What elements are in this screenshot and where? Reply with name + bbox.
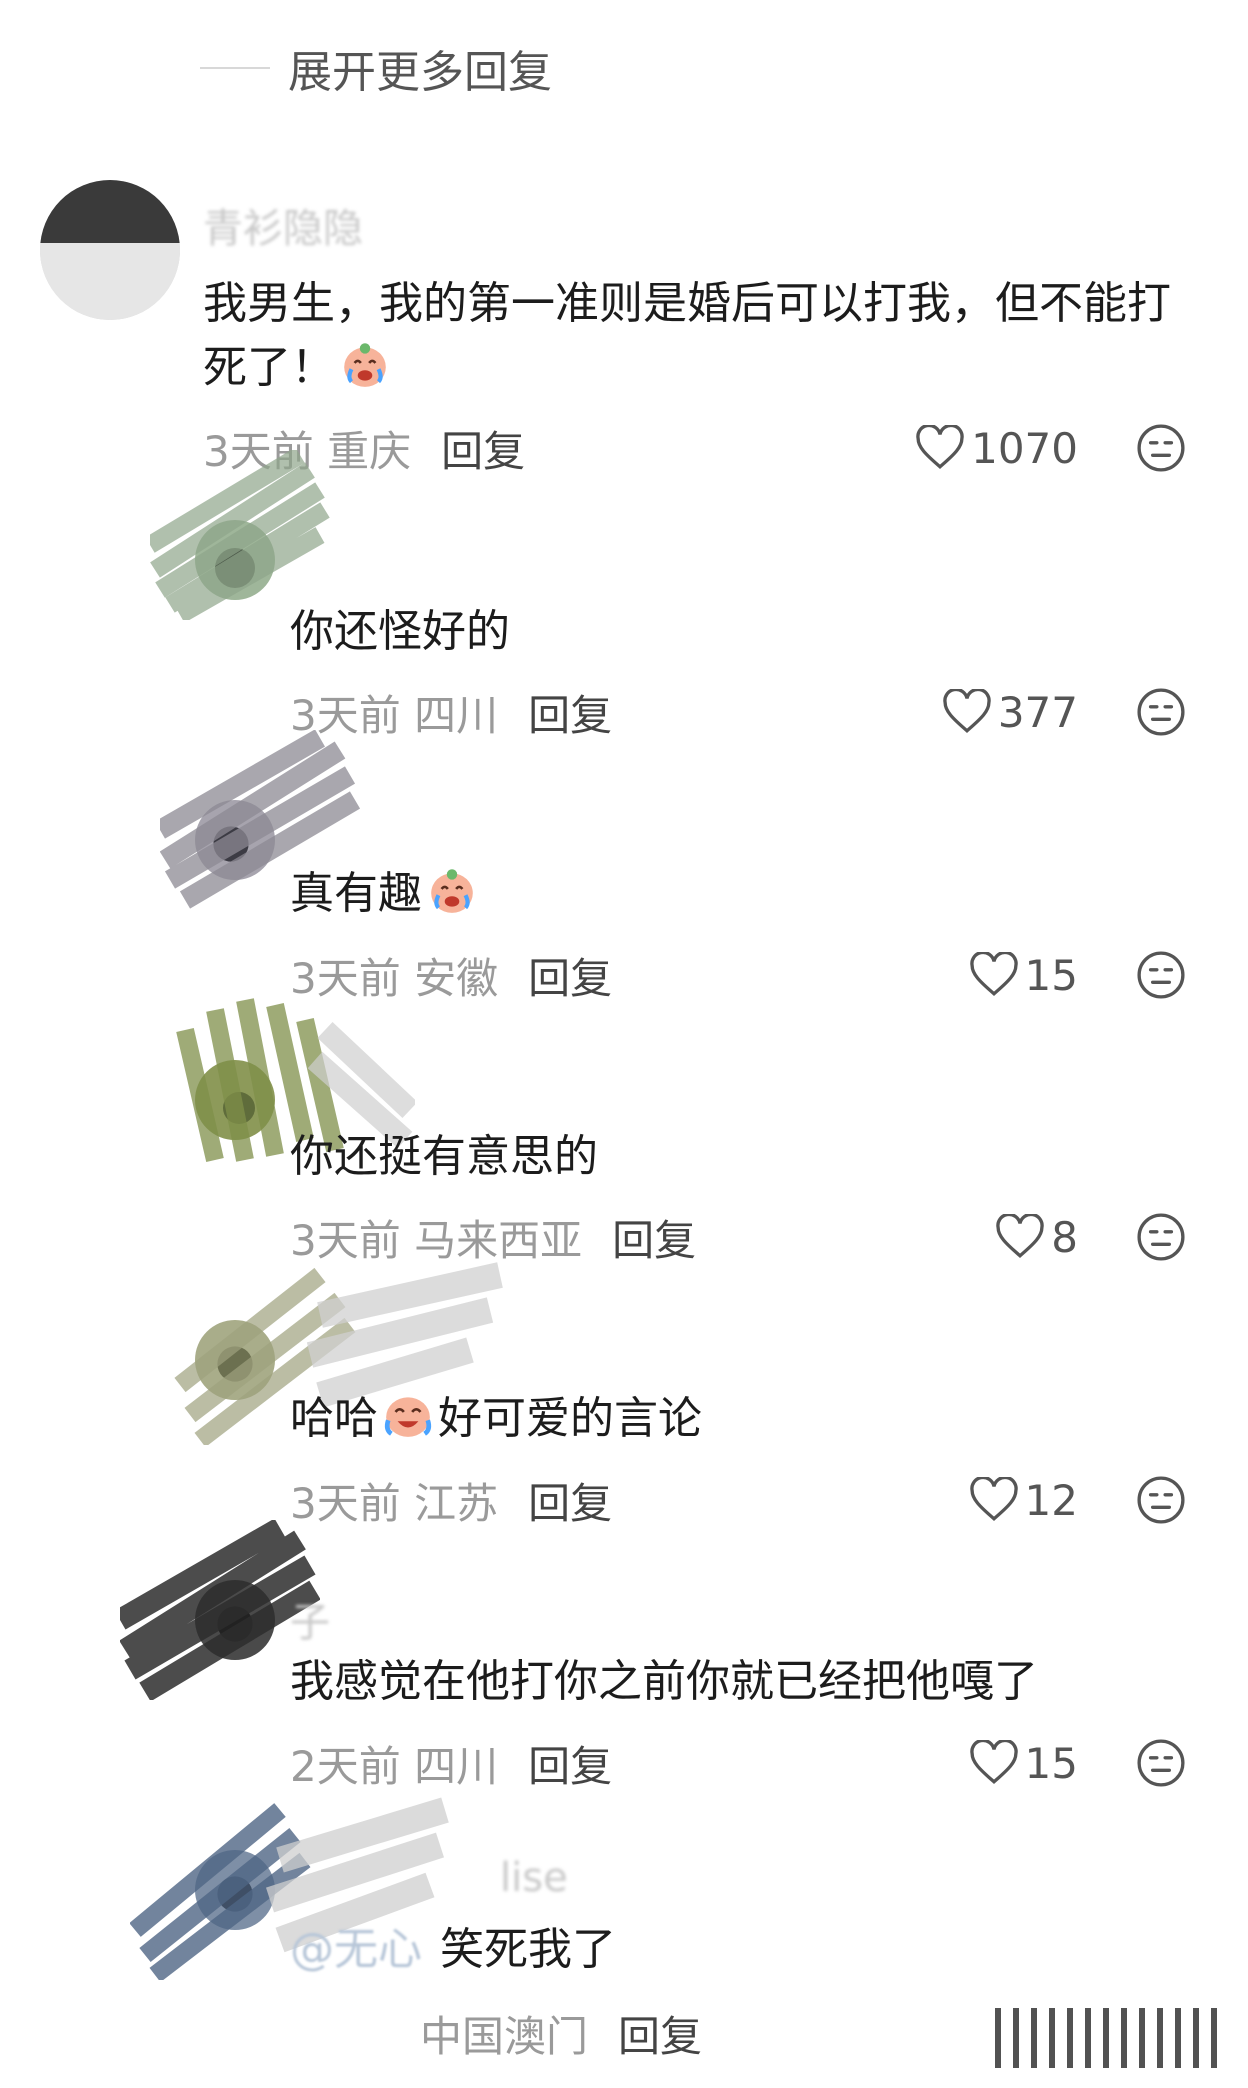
dislike-button[interactable]: [1136, 687, 1186, 737]
crying-laugh-icon: [426, 864, 478, 916]
like-count: 377: [997, 687, 1078, 737]
dislike-button[interactable]: [1136, 1212, 1186, 1262]
like-count: 15: [1024, 950, 1078, 1000]
neutral-face-icon: [1137, 1213, 1185, 1261]
comment-text: 我男生，我的第一准则是婚后可以打我，但不能打死了！: [203, 278, 1171, 393]
comment-location: 安徽: [414, 953, 499, 1003]
username[interactable]: 子: [290, 1590, 330, 1648]
avatar[interactable]: [195, 1850, 275, 1930]
comment-time: 3天前: [290, 1478, 401, 1528]
dislike-button[interactable]: [1136, 950, 1186, 1000]
neutral-face-icon: [1137, 688, 1185, 736]
comment-location: 四川: [414, 690, 499, 740]
expand-more-replies[interactable]: 展开更多回复: [200, 36, 552, 100]
reply-button[interactable]: 回复: [618, 2003, 702, 2064]
comment-location: 马来西亚: [414, 1215, 583, 1265]
watermark: [995, 2008, 1225, 2068]
comment-meta: 3天前 江苏 回复: [290, 1470, 612, 1530]
comment-location: 江苏: [414, 1478, 499, 1528]
dislike-button[interactable]: [1136, 1738, 1186, 1788]
comment-meta: 3天前 安徽 回复: [290, 945, 612, 1005]
avatar[interactable]: [195, 800, 275, 880]
heart-outline-icon: [969, 952, 1018, 996]
reply-button[interactable]: 回复: [528, 1470, 612, 1531]
laughing-tears-icon: [382, 1389, 434, 1441]
like-button[interactable]: 1070: [915, 418, 1078, 478]
reply-button[interactable]: 回复: [528, 945, 612, 1006]
comment-location: 重庆: [327, 426, 412, 476]
heart-outline-icon: [969, 1477, 1018, 1521]
username[interactable]: 青衫隐隐: [203, 196, 363, 254]
crying-laugh-icon: [339, 338, 391, 390]
expand-more-replies-label: 展开更多回复: [288, 47, 552, 98]
reply-button[interactable]: 回复: [528, 682, 612, 743]
dislike-button[interactable]: [1136, 1475, 1186, 1525]
comment-time: 3天前: [290, 953, 401, 1003]
like-button[interactable]: 15: [969, 1733, 1078, 1793]
avatar[interactable]: [195, 1060, 275, 1140]
comment-meta: 3天前 马来西亚 回复: [290, 1207, 696, 1267]
comment-text: 哈哈 好可爱的言论: [290, 1387, 1190, 1451]
dislike-button[interactable]: [1136, 423, 1186, 473]
comment-meta: 3天前 四川 回复: [290, 682, 612, 742]
heart-outline-icon: [996, 1214, 1044, 1258]
like-button[interactable]: 377: [942, 682, 1078, 742]
neutral-face-icon: [1137, 1476, 1185, 1524]
comment-time: 3天前: [290, 1215, 401, 1265]
neutral-face-icon: [1137, 424, 1185, 472]
reply-button[interactable]: 回复: [612, 1207, 696, 1268]
divider-line: [200, 67, 270, 69]
comment-text: @无心 笑死我了: [290, 1924, 616, 1975]
username[interactable]: lise: [500, 1855, 568, 1901]
like-count: 15: [1024, 1738, 1078, 1788]
avatar[interactable]: [195, 520, 275, 600]
comment-meta: 3天前 重庆 回复: [203, 418, 525, 478]
avatar[interactable]: [40, 180, 180, 320]
heart-outline-icon: [943, 689, 991, 733]
comment-location: 四川: [414, 1741, 499, 1791]
comment-meta: 2天前 四川 回复: [290, 1733, 612, 1793]
avatar[interactable]: [195, 1580, 275, 1660]
comment-text: 你还挺有意思的: [290, 1131, 598, 1182]
comment-meta: 中国澳门 回复: [290, 2003, 702, 2063]
mention-link[interactable]: @无心: [290, 1924, 422, 1975]
like-button[interactable]: 8: [995, 1207, 1078, 1267]
comment-time: 2天前: [290, 1741, 401, 1791]
comment-text: 真有趣: [290, 862, 1190, 926]
like-button[interactable]: 12: [969, 1470, 1078, 1530]
comment-location: 中国澳门: [420, 2011, 589, 2061]
comment-text: 你还怪好的: [290, 606, 510, 657]
heart-outline-icon: [916, 425, 964, 469]
reply-button[interactable]: 回复: [528, 1733, 612, 1794]
like-count: 8: [1051, 1212, 1078, 1262]
comment-text: 我感觉在他打你之前你就已经把他嘎了: [290, 1656, 1038, 1707]
like-count: 1070: [971, 423, 1078, 473]
like-count: 12: [1024, 1475, 1078, 1525]
heart-outline-icon: [969, 1740, 1018, 1784]
neutral-face-icon: [1137, 1739, 1185, 1787]
comment-time: 3天前: [203, 426, 314, 476]
neutral-face-icon: [1137, 951, 1185, 999]
comment-time: 3天前: [290, 690, 401, 740]
avatar[interactable]: [195, 1320, 275, 1400]
like-button[interactable]: 15: [969, 945, 1078, 1005]
reply-button[interactable]: 回复: [441, 418, 525, 479]
